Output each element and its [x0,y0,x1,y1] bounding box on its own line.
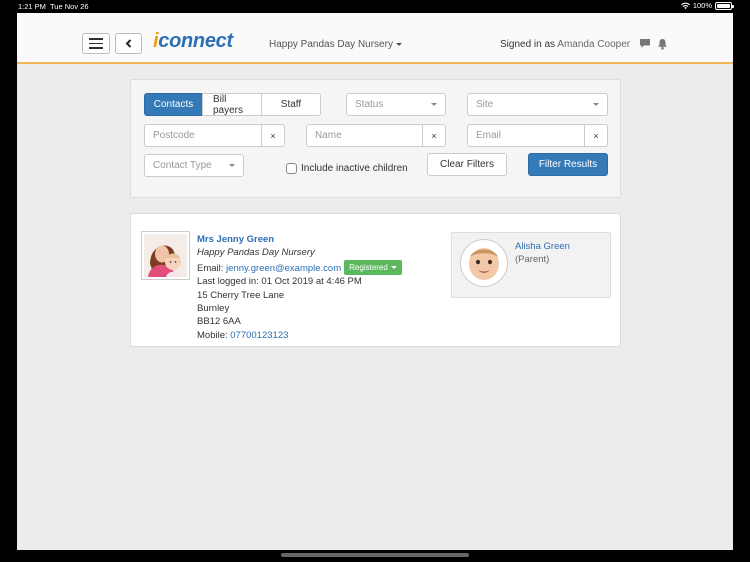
caret-down-icon [395,43,402,46]
contact-mobile-link[interactable]: 07700123123 [230,330,288,341]
address-line-1: 15 Cherry Tree Lane [197,289,285,301]
postcode-input[interactable] [144,124,262,147]
app-screen: iconnect Happy Pandas Day Nursery Signed… [17,13,733,550]
site-select[interactable]: Site [467,93,608,116]
status-select[interactable]: Status [346,93,446,116]
home-indicator[interactable] [281,553,469,557]
filter-panel: Contacts Bill payers Staff Status Site ×… [130,79,621,198]
logo-text: connect [158,30,233,52]
wifi-icon [680,2,690,9]
battery-icon [715,1,734,10]
messages-icon[interactable] [639,38,651,49]
status-date: Tue Nov 26 [50,2,89,11]
address-postcode: BB12 6AA [197,316,241,328]
contact-mobile-row: Mobile: 07700123123 [197,329,402,342]
postcode-filter: × [144,124,285,147]
contact-avatar [141,231,190,280]
email-filter: × [467,124,608,147]
clear-postcode-button[interactable]: × [262,124,285,147]
tab-contacts[interactable]: Contacts [144,93,203,116]
email-label: Email: [197,262,224,274]
back-button[interactable] [115,33,142,54]
clear-email-button[interactable]: × [585,124,608,147]
contact-email-link[interactable]: jenny.green@example.com [226,263,341,274]
tab-bill-payers[interactable]: Bill payers [202,93,262,116]
signed-in-prefix: Signed in as [500,39,556,50]
name-filter: × [306,124,446,147]
status-bar: 1:21 PM Tue Nov 26 100% [0,0,750,13]
hamburger-line [89,42,103,45]
contact-type-placeholder: Contact Type [153,160,212,171]
app-header: iconnect Happy Pandas Day Nursery Signed… [17,13,733,64]
nursery-name: Happy Pandas Day Nursery [269,39,393,50]
contact-email-row: Email: jenny.green@example.com Registered [197,259,402,276]
chevron-left-icon [125,39,131,48]
signed-in-user[interactable]: Amanda Cooper [557,39,630,50]
registered-badge[interactable]: Registered [344,259,402,276]
last-logged-in: Last logged in: 01 Oct 2019 at 4:46 PM [197,276,362,288]
tab-staff[interactable]: Staff [261,93,321,116]
caret-down-icon [593,103,599,106]
signed-in-text: Signed in as Amanda Cooper [500,39,630,50]
child-relationship: (Parent) [515,254,550,265]
nursery-selector[interactable]: Happy Pandas Day Nursery [269,39,402,50]
contact-type-tabs: Contacts Bill payers Staff [144,93,321,116]
clear-filters-button[interactable]: Clear Filters [427,153,507,176]
include-inactive-label: Include inactive children [301,163,408,174]
status-placeholder: Status [355,99,384,110]
contact-name[interactable]: Mrs Jenny Green [197,233,402,246]
include-inactive-checkbox[interactable] [286,163,297,174]
clear-name-button[interactable]: × [423,124,446,147]
mobile-label: Mobile: [197,329,228,341]
contact-site: Happy Pandas Day Nursery [197,247,315,259]
site-placeholder: Site [476,99,494,110]
contact-details: Mrs Jenny Green Happy Pandas Day Nursery… [197,233,402,342]
child-name[interactable]: Alisha Green [515,241,570,252]
child-photo [464,243,504,283]
filter-results-button[interactable]: Filter Results [528,153,608,176]
bell-icon[interactable] [657,38,668,50]
status-right: 100% [680,1,734,10]
caret-down-icon [390,266,397,270]
contact-type-select[interactable]: Contact Type [144,154,244,177]
contact-photo [144,234,187,277]
hamburger-line [89,47,103,49]
status-time: 1:21 PM [18,2,46,11]
registered-label: Registered [349,262,388,272]
name-input[interactable] [306,124,423,147]
caret-down-icon [229,164,235,167]
address-line-2: Burnley [197,303,230,315]
email-input[interactable] [467,124,585,147]
battery-percent: 100% [692,1,712,10]
linked-child-card[interactable]: Alisha Green (Parent) [451,232,611,298]
iconnect-logo[interactable]: iconnect [153,30,233,56]
hamburger-icon [89,38,103,40]
menu-button[interactable] [82,33,110,54]
include-inactive-toggle[interactable]: Include inactive children [286,163,408,174]
child-avatar [460,239,508,287]
caret-down-icon [431,103,437,106]
contact-card: Mrs Jenny Green Happy Pandas Day Nursery… [130,213,621,347]
